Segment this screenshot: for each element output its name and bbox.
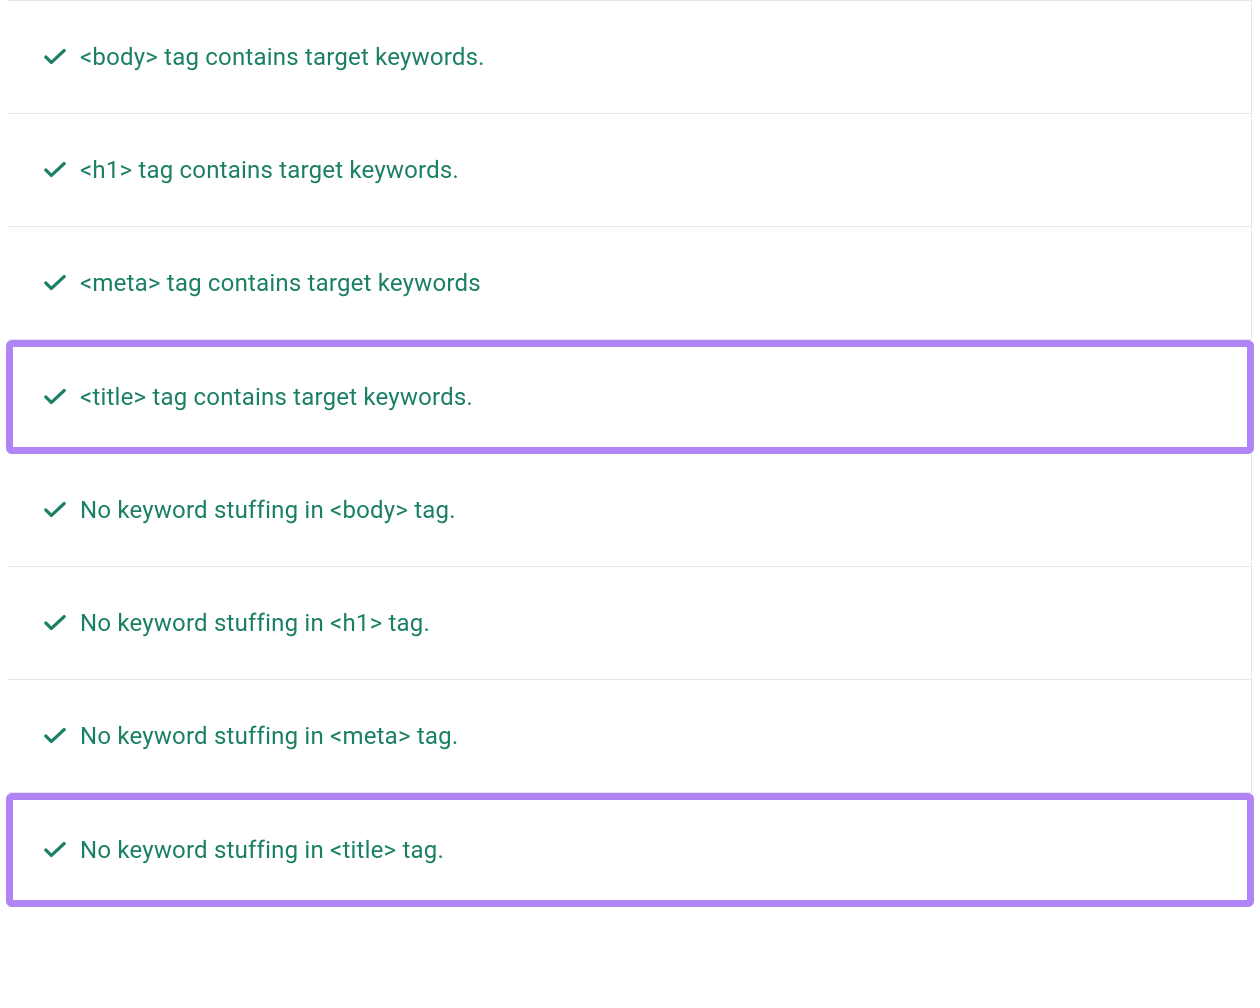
check-row-highlighted[interactable]: No keyword stuffing in <title> tag. (6, 793, 1254, 907)
check-row[interactable]: No keyword stuffing in <body> tag. (8, 454, 1252, 567)
check-row[interactable]: No keyword stuffing in <h1> tag. (8, 567, 1252, 680)
checkmark-icon (44, 159, 66, 181)
check-row[interactable]: <body> tag contains target keywords. (8, 0, 1252, 114)
checkmark-icon (44, 386, 66, 408)
check-row-highlighted[interactable]: <title> tag contains target keywords. (6, 340, 1254, 454)
seo-checks-list: <body> tag contains target keywords. <h1… (0, 0, 1260, 907)
checkmark-icon (44, 499, 66, 521)
checkmark-icon (44, 272, 66, 294)
check-row[interactable]: <h1> tag contains target keywords. (8, 114, 1252, 227)
check-label: <meta> tag contains target keywords (80, 269, 481, 297)
check-label: No keyword stuffing in <h1> tag. (80, 609, 430, 637)
check-label: No keyword stuffing in <title> tag. (80, 836, 444, 864)
checkmark-icon (44, 46, 66, 68)
check-label: No keyword stuffing in <body> tag. (80, 496, 456, 524)
check-label: <h1> tag contains target keywords. (80, 156, 459, 184)
check-row[interactable]: No keyword stuffing in <meta> tag. (8, 680, 1252, 793)
check-label: <body> tag contains target keywords. (80, 43, 485, 71)
check-label: No keyword stuffing in <meta> tag. (80, 722, 458, 750)
checkmark-icon (44, 725, 66, 747)
checkmark-icon (44, 839, 66, 861)
checkmark-icon (44, 612, 66, 634)
check-label: <title> tag contains target keywords. (80, 383, 473, 411)
check-row[interactable]: <meta> tag contains target keywords (8, 227, 1252, 340)
